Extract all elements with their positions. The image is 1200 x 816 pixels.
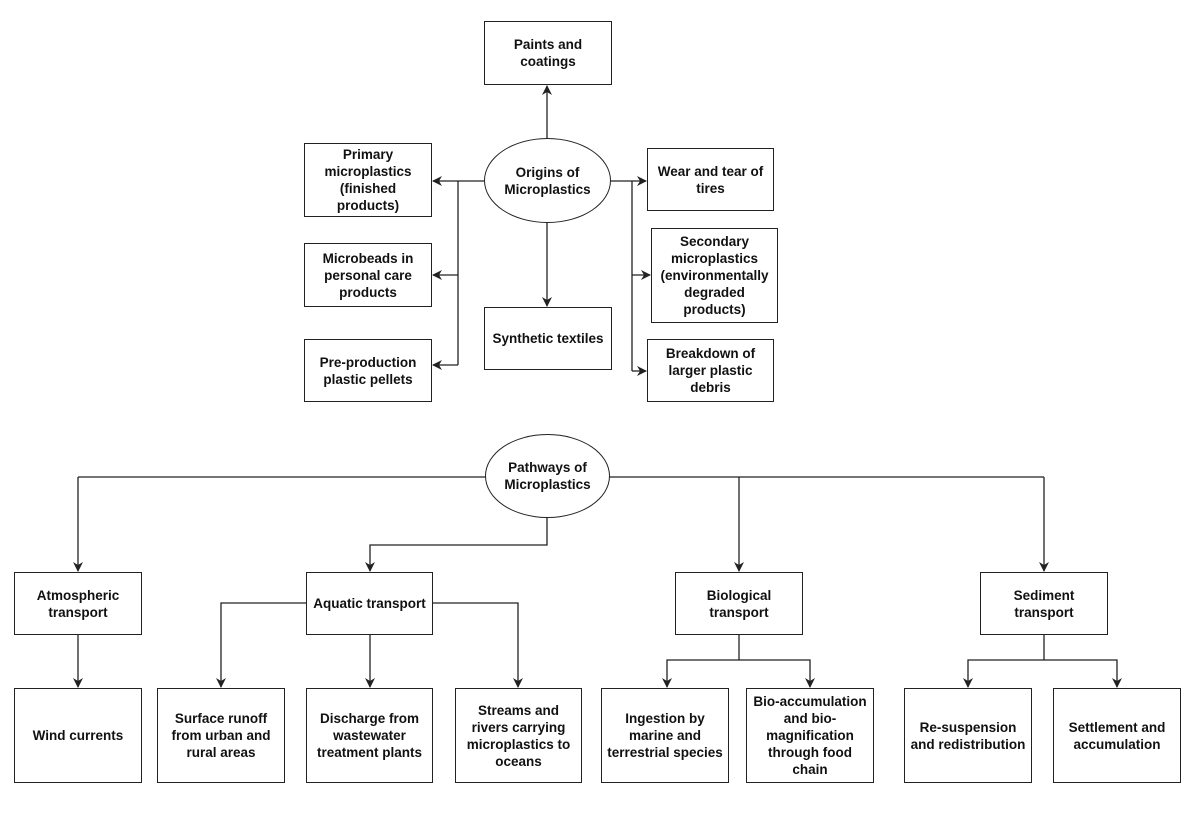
arrow-to-streams: [433, 602, 523, 688]
bioaccumulation-node: Bio-accumulation and bio-magnification t…: [746, 688, 874, 783]
ingestion-node: Ingestion by marine and terrestrial spec…: [601, 688, 729, 783]
microplastics-diagram: Origins of Microplastics Paints and coat…: [0, 0, 1200, 816]
resuspension-node: Re-suspension and redistribution: [904, 688, 1032, 783]
biological-node: Biological transport: [675, 572, 803, 635]
streams-node: Streams and rivers carrying microplastic…: [455, 688, 582, 783]
aquatic-node: Aquatic transport: [306, 572, 433, 635]
wind-node: Wind currents: [14, 688, 142, 783]
arrow-to-aquatic: [365, 517, 548, 572]
settlement-node: Settlement and accumulation: [1053, 688, 1181, 783]
arrow-to-bioaccumulation: [739, 659, 815, 688]
pellets-node: Pre-production plastic pellets: [304, 339, 432, 402]
pathways-center-node: Pathways of Microplastics: [485, 434, 610, 518]
textiles-node: Synthetic textiles: [484, 307, 612, 370]
tires-node: Wear and tear of tires: [647, 148, 774, 211]
sediment-node: Sediment transport: [980, 572, 1108, 635]
runoff-node: Surface runoff from urban and rural area…: [157, 688, 285, 783]
arrow-to-runoff: [216, 602, 306, 688]
primary-node: Primary microplastics (finished products…: [304, 143, 432, 217]
microbeads-node: Microbeads in personal care products: [304, 243, 432, 307]
secondary-node: Secondary microplastics (environmentally…: [651, 228, 778, 323]
paints-node: Paints and coatings: [484, 21, 612, 85]
arrow-to-ingestion: [662, 659, 739, 688]
origins-center-node: Origins of Microplastics: [484, 138, 611, 223]
breakdown-node: Breakdown of larger plastic debris: [647, 339, 774, 402]
arrow-to-settlement: [1044, 659, 1122, 688]
discharge-node: Discharge from wastewater treatment plan…: [306, 688, 433, 783]
arrow-to-resuspension: [963, 659, 1044, 688]
atmospheric-node: Atmospheric transport: [14, 572, 142, 635]
